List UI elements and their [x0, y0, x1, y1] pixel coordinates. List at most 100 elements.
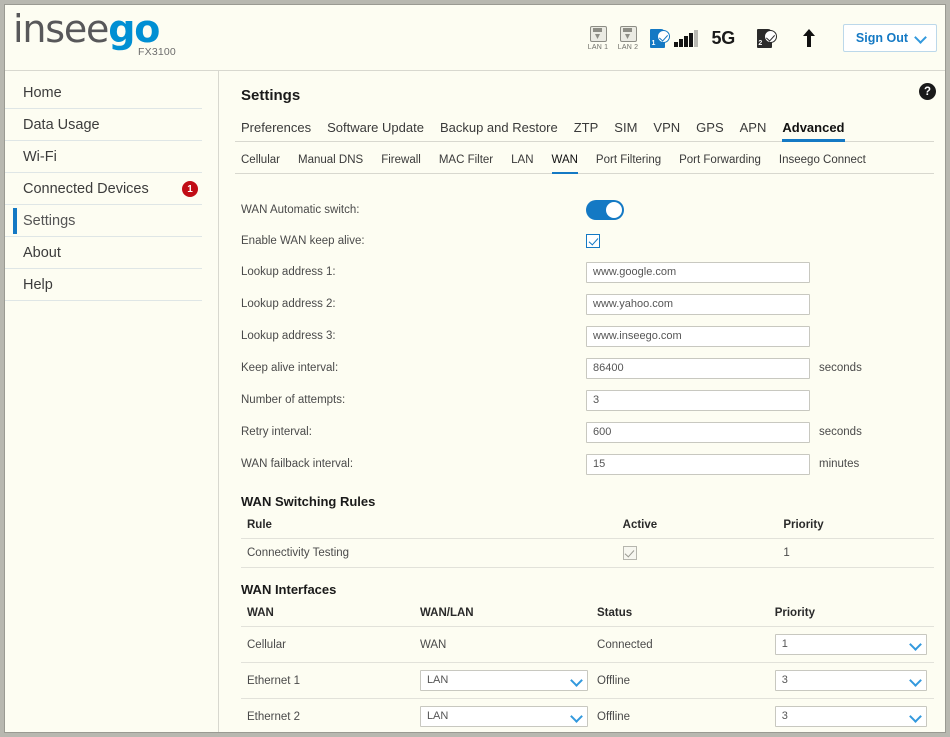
- wan-failback-interval-input[interactable]: 15: [586, 453, 810, 475]
- chevron-down-icon: [572, 712, 580, 720]
- priority-select-cellular[interactable]: 1: [774, 634, 927, 655]
- tab-advanced[interactable]: Advanced: [782, 120, 845, 142]
- priority-select-ethernet-2[interactable]: 3: [774, 706, 927, 727]
- sidebar-item-data-usage[interactable]: Data Usage: [5, 109, 202, 141]
- wanlan-select-value: LAN: [426, 710, 449, 722]
- interface-mode-text: WAN: [419, 626, 598, 663]
- lan-port-1: LAN 1: [586, 25, 610, 51]
- table-header-row: Rule Active Priority: [241, 509, 934, 539]
- tab-firewall[interactable]: Firewall: [381, 154, 421, 173]
- lookup-address-3-input[interactable]: www.inseego.com: [586, 325, 810, 347]
- sidebar-item-label: Wi-Fi: [23, 148, 57, 165]
- retry-interval-input[interactable]: 600: [586, 421, 810, 443]
- enable-wan-keep-alive-checkbox[interactable]: [586, 233, 600, 248]
- priority-select-value: 1: [781, 638, 788, 650]
- keep-alive-interval-unit: seconds: [819, 362, 862, 374]
- priority-select-value: 3: [781, 710, 788, 722]
- table-row: Cellular WAN Connected 1: [241, 626, 934, 663]
- tab-wan[interactable]: WAN: [551, 154, 579, 174]
- rule-active-checkbox: [622, 546, 637, 560]
- sidebar-item-label: Help: [23, 276, 53, 293]
- keep-alive-interval-input[interactable]: 86400: [586, 357, 810, 379]
- tab-inseego-connect[interactable]: Inseego Connect: [779, 154, 866, 173]
- table-row: Ethernet 1 LAN Offline 3: [241, 662, 934, 699]
- ethernet-port-icon: [589, 25, 607, 42]
- tab-mac-filter[interactable]: MAC Filter: [439, 154, 493, 173]
- field-label: Keep alive interval:: [241, 362, 339, 374]
- interface-name: Ethernet 1: [241, 662, 420, 699]
- sidebar-item-label: About: [23, 244, 61, 261]
- field-label: Lookup address 3:: [241, 330, 336, 342]
- interface-name: Ethernet 2: [241, 698, 420, 732]
- number-of-attempts-input[interactable]: 3: [586, 389, 810, 411]
- interface-status: Offline: [597, 662, 775, 699]
- priority-select-ethernet-1[interactable]: 3: [774, 670, 927, 691]
- field-enable-wan-keep-alive: Enable WAN keep alive:: [241, 225, 934, 256]
- sim-card-2-icon: 2: [756, 28, 777, 48]
- sidebar-item-wifi[interactable]: Wi-Fi: [5, 141, 202, 173]
- field-keep-alive-interval: Keep alive interval: 86400 seconds: [241, 352, 934, 384]
- column-header-wanlan: WAN/LAN: [419, 597, 598, 627]
- table-header-row: WAN WAN/LAN Status Priority: [241, 597, 934, 627]
- tab-ztp[interactable]: ZTP: [574, 120, 599, 141]
- lookup-address-1-input[interactable]: www.google.com: [586, 261, 810, 283]
- brand-logo: inseego: [13, 9, 160, 49]
- wanlan-select-ethernet-1[interactable]: LAN: [419, 670, 588, 691]
- wan-automatic-switch-toggle[interactable]: [586, 199, 624, 220]
- up-arrow-icon: [802, 29, 815, 47]
- tab-gps[interactable]: GPS: [696, 120, 723, 141]
- sidebar-item-label: Settings: [23, 212, 76, 229]
- field-label: WAN Automatic switch:: [241, 203, 360, 216]
- wanlan-select-ethernet-2[interactable]: LAN: [419, 706, 588, 727]
- tab-lan[interactable]: LAN: [511, 154, 533, 173]
- lan-port-2-label: LAN 2: [617, 43, 639, 51]
- interface-priority-cell: 3: [774, 662, 934, 699]
- tab-sim[interactable]: SIM: [614, 120, 637, 141]
- column-header-wan: WAN: [241, 597, 420, 627]
- field-label: Retry interval:: [241, 426, 312, 438]
- retry-interval-unit: seconds: [819, 426, 862, 438]
- tab-vpn[interactable]: VPN: [653, 120, 680, 141]
- tab-port-forwarding[interactable]: Port Forwarding: [679, 154, 761, 173]
- field-label: Number of attempts:: [241, 394, 346, 406]
- app-body: Home Data Usage Wi-Fi Connected Devices …: [5, 71, 945, 732]
- sign-out-label: Sign Out: [855, 31, 908, 45]
- tab-backup-and-restore[interactable]: Backup and Restore: [440, 120, 558, 141]
- interface-mode-cell: LAN: [419, 698, 598, 732]
- tab-cellular[interactable]: Cellular: [241, 154, 280, 173]
- chevron-down-icon: [916, 33, 926, 43]
- secondary-tab-bar: Cellular Manual DNS Firewall MAC Filter …: [235, 142, 934, 174]
- sidebar-item-help[interactable]: Help: [5, 269, 202, 301]
- table-row: Ethernet 2 LAN Offline 3: [241, 698, 934, 732]
- tab-apn[interactable]: APN: [740, 120, 767, 141]
- chevron-down-icon: [911, 676, 919, 684]
- lookup-address-2-input[interactable]: www.yahoo.com: [586, 293, 810, 315]
- sidebar-item-settings[interactable]: Settings: [5, 205, 202, 237]
- interface-status: Offline: [597, 698, 775, 732]
- sidebar-item-about[interactable]: About: [5, 237, 202, 269]
- sign-out-button[interactable]: Sign Out: [842, 24, 937, 52]
- switching-rules-title: WAN Switching Rules: [241, 494, 376, 509]
- tab-software-update[interactable]: Software Update: [327, 120, 424, 141]
- tab-preferences[interactable]: Preferences: [241, 120, 311, 141]
- sidebar-nav: Home Data Usage Wi-Fi Connected Devices …: [5, 71, 219, 732]
- field-retry-interval: Retry interval: 600 seconds: [241, 416, 934, 448]
- interface-mode-cell: LAN: [419, 662, 598, 699]
- lan-port-group: LAN 1 LAN 2: [586, 25, 640, 51]
- field-wan-failback-interval: WAN failback interval: 15 minutes: [241, 448, 934, 480]
- field-label: Lookup address 2:: [241, 298, 336, 310]
- tab-manual-dns[interactable]: Manual DNS: [298, 154, 363, 173]
- column-header-priority: Priority: [774, 597, 934, 627]
- sidebar-item-home[interactable]: Home: [5, 77, 202, 109]
- sidebar-item-connected-devices[interactable]: Connected Devices 1: [5, 173, 202, 205]
- help-icon[interactable]: ?: [919, 83, 936, 100]
- priority-select-value: 3: [781, 674, 788, 686]
- rule-active-cell: [622, 538, 784, 568]
- network-generation-label: 5G: [711, 27, 736, 48]
- tab-port-filtering[interactable]: Port Filtering: [596, 154, 661, 173]
- rule-name: Connectivity Testing: [241, 538, 623, 568]
- main-content: ? Settings Preferences Software Update B…: [219, 71, 945, 732]
- chevron-down-icon: [572, 676, 580, 684]
- field-lookup-address-3: Lookup address 3: www.inseego.com: [241, 320, 934, 352]
- wan-failback-interval-unit: minutes: [819, 458, 860, 470]
